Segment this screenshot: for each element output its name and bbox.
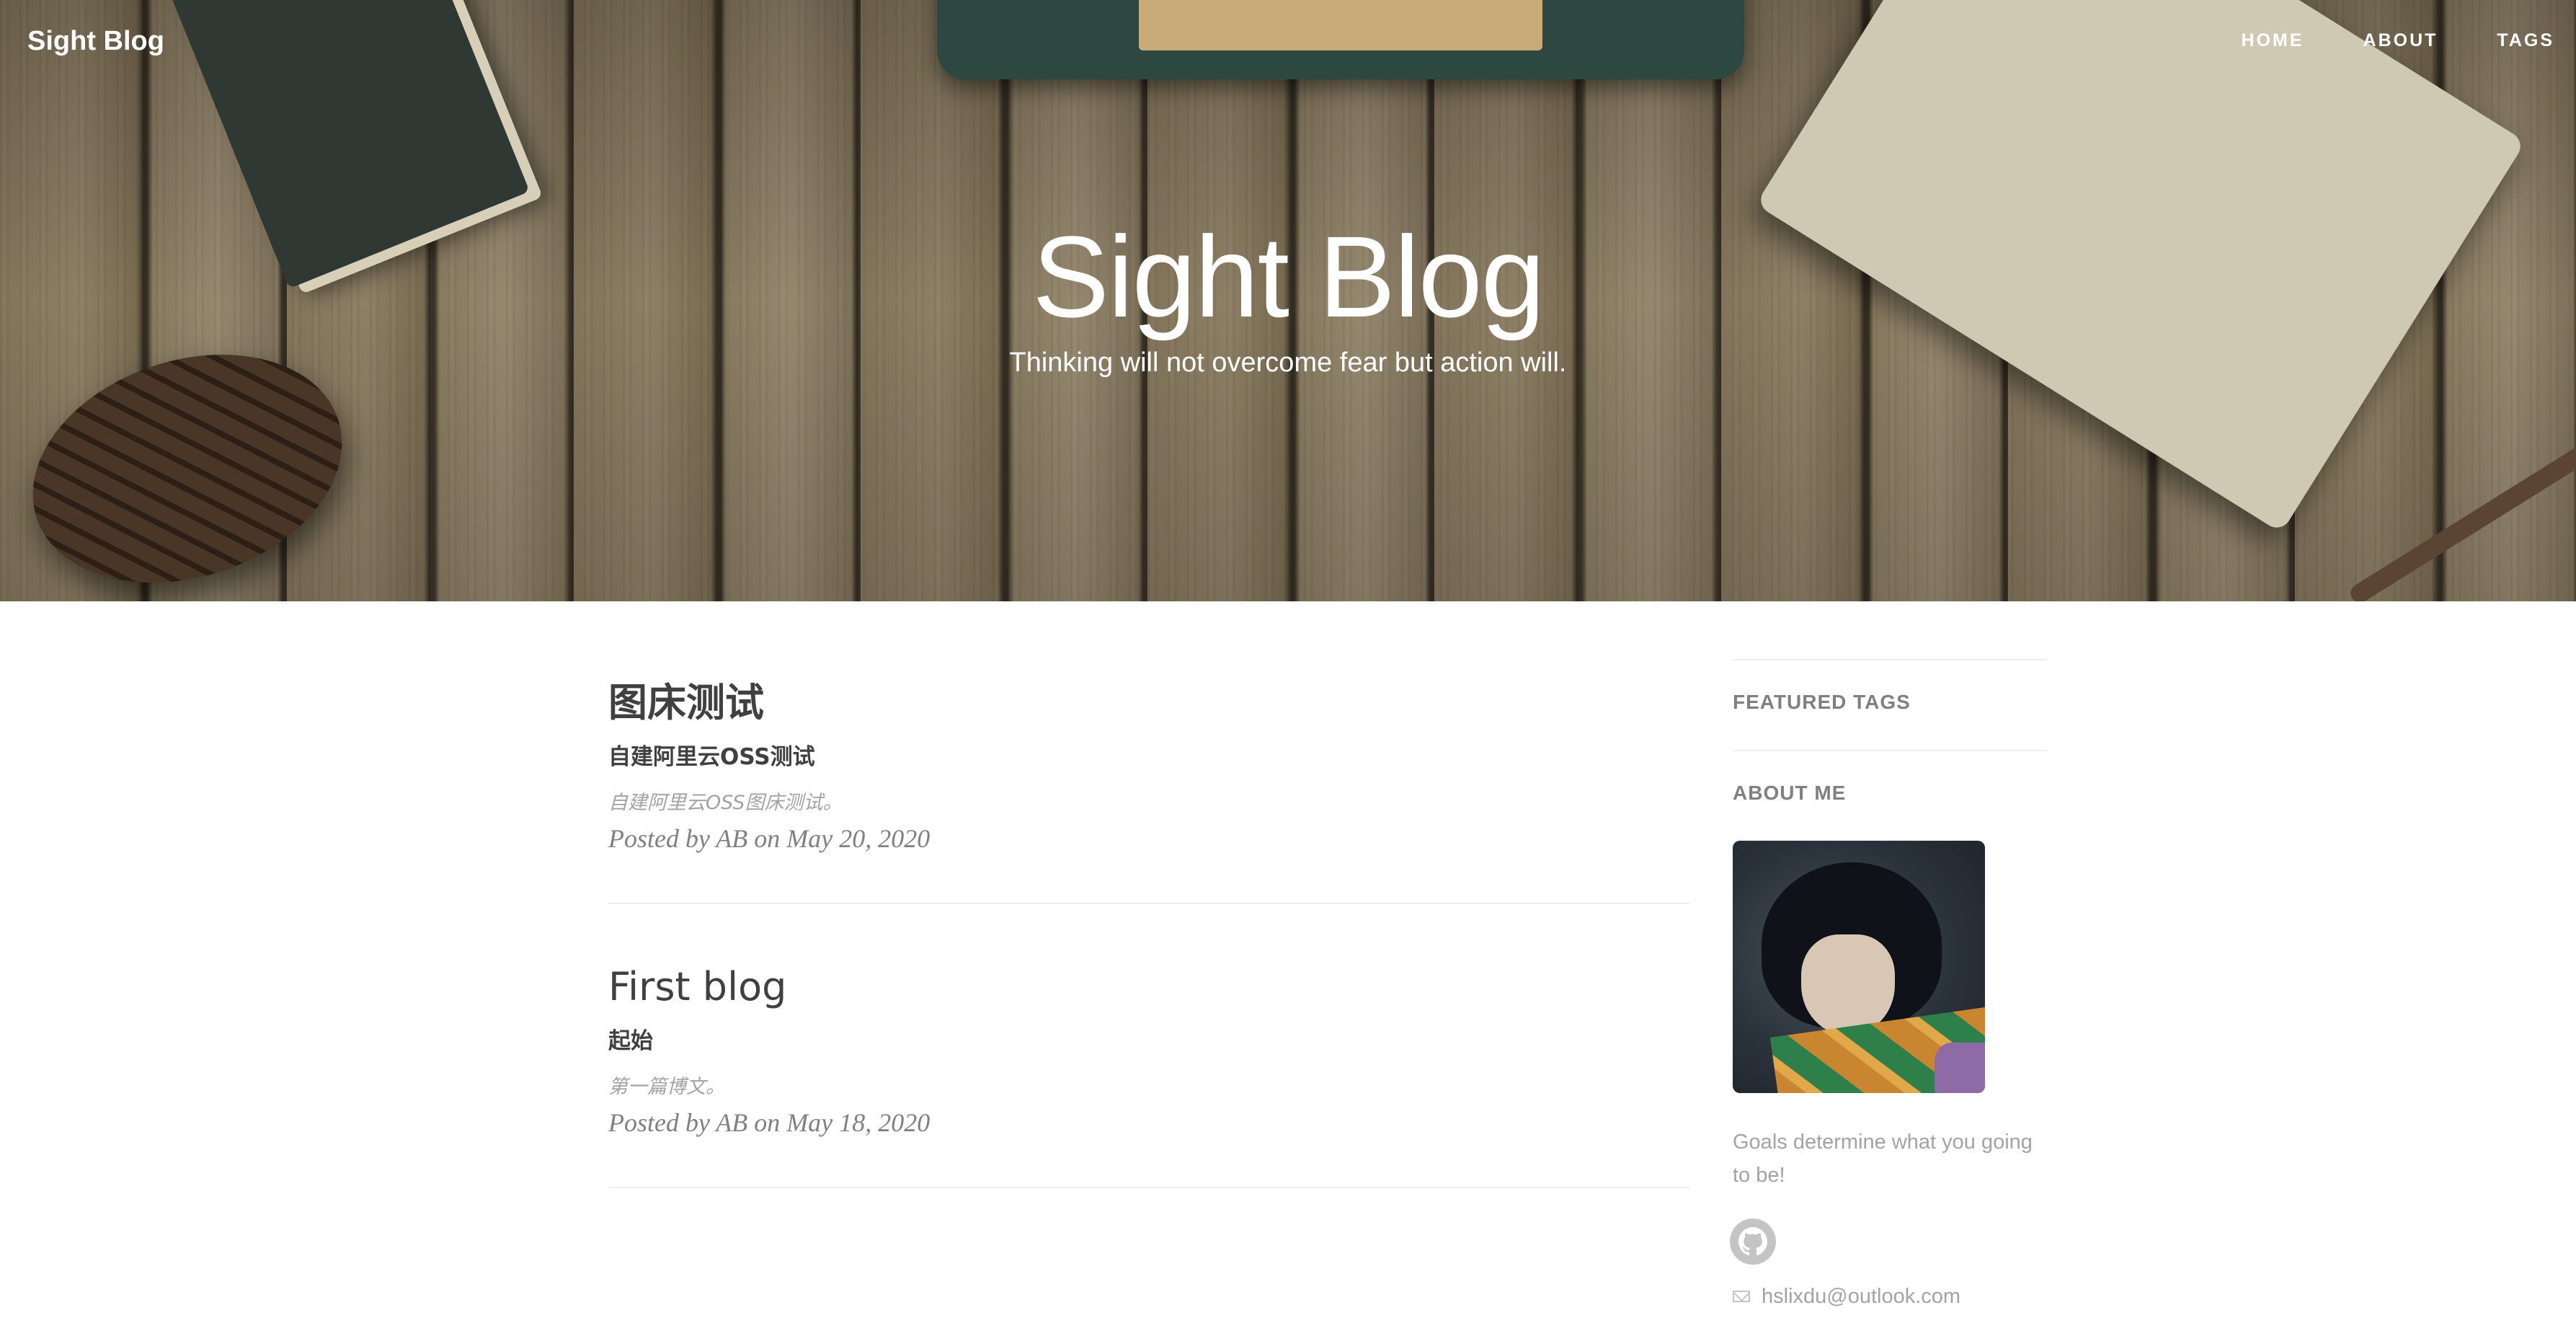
post-meta: Posted by AB on May 20, 2020 [608,824,931,854]
post-excerpt: 自建阿里云OSS图床测试。 [608,792,843,815]
nav-about-link[interactable]: ABOUT [2363,30,2438,51]
post-subtitle[interactable]: 起始 [608,1022,1689,1055]
about-text: Goals determine what you going to be! [1733,1131,2033,1187]
about-me-heading: ABOUT ME [1733,782,1847,804]
site-subtitle: Thinking will not overcome fear but acti… [1009,348,1567,378]
avatar [1733,841,1985,1093]
featured-tags-heading: FEATURED TAGS [1733,691,1911,713]
github-icon [1738,1226,1767,1255]
hero-heading: Sight Blog Thinking will not overcome fe… [0,216,2576,379]
mail-icon [1733,1291,1750,1303]
sidebar: FEATURED TAGS ABOUT ME Goals determine w… [1730,659,2047,1309]
twig-decoration [2347,422,2576,601]
nav-tags-link[interactable]: TAGS [2497,30,2554,51]
hero-header: Sight Blog HOME ABOUT TAGS Sight Blog Th… [0,0,2576,601]
post-excerpt: 第一篇博文。 [608,1076,725,1099]
email-link[interactable]: hslixdu@outlook.com [1762,1285,1960,1309]
featured-tags-section: FEATURED TAGS [1733,659,2047,714]
post-title[interactable]: 图床测试 [608,678,1689,728]
about-me-section: ABOUT ME Goals determine what you going … [1730,750,2047,1309]
post-preview[interactable]: First blog 起始 第一篇博文。 Posted by AB on May… [608,947,1689,1189]
email-row: hslixdu@outlook.com [1733,1285,2047,1309]
post-preview[interactable]: 图床测试 自建阿里云OSS测试 自建阿里云OSS图床测试。 Posted by … [608,663,1689,905]
nav-home-link[interactable]: HOME [2242,30,2304,51]
post-title[interactable]: First blog [608,962,1689,1012]
post-subtitle[interactable]: 自建阿里云OSS测试 [608,738,1689,771]
top-navbar: Sight Blog HOME ABOUT TAGS [0,0,2576,87]
post-meta: Posted by AB on May 18, 2020 [608,1108,931,1138]
post-list: 图床测试 自建阿里云OSS测试 自建阿里云OSS图床测试。 Posted by … [608,663,1689,1231]
nav-links: HOME ABOUT TAGS [2242,30,2554,51]
site-title: Sight Blog [1032,212,1545,341]
brand-link[interactable]: Sight Blog [27,26,164,57]
github-button[interactable] [1730,1218,1776,1265]
